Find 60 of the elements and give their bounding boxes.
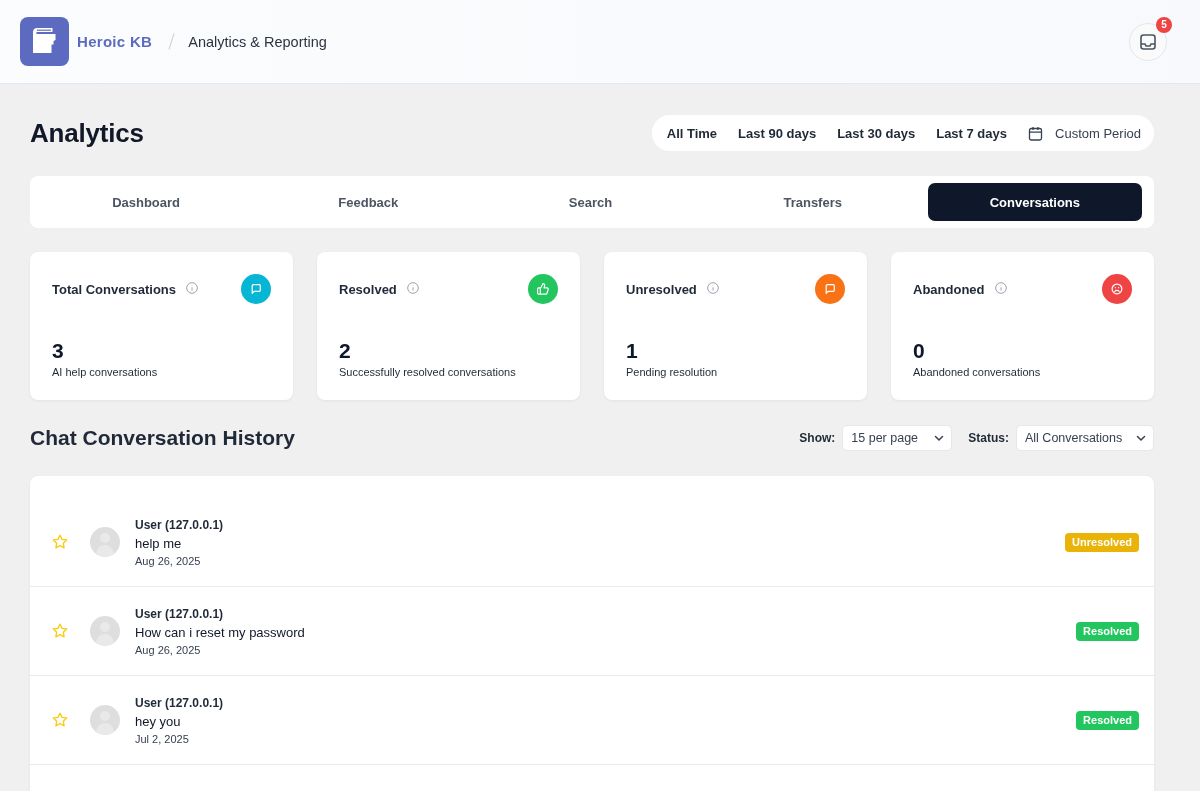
breadcrumb-divider [168,33,176,50]
star-icon[interactable] [52,712,68,728]
star-icon[interactable] [52,534,68,550]
stat-value: 0 [913,339,926,363]
stat-title: Total Conversations [52,281,176,297]
inbox-icon [1140,33,1156,50]
tab[interactable]: Dashboard [39,183,254,221]
stat-value: 3 [52,339,65,363]
tab[interactable]: Transfers [705,183,920,221]
custom-period-button[interactable]: Custom Period [1017,118,1149,148]
avatar-icon [90,527,120,557]
period-button[interactable]: Last 90 days [727,118,827,148]
breadcrumb-text: Analytics & Reporting [188,33,327,50]
message-text: help me [135,535,183,551]
message-text: How can i reset my password [135,624,305,640]
tab[interactable]: Search [483,183,698,221]
stat-caption: Abandoned conversations [913,366,1042,378]
info-icon[interactable] [186,282,198,294]
stat-caption: Pending resolution [626,366,719,378]
stat-caption: Successfully resolved conversations [339,366,517,378]
section-title: Chat Conversation History [30,426,295,450]
page-title: Analytics [30,117,144,149]
info-icon[interactable] [994,282,1007,294]
period-button[interactable]: Last 7 days [925,118,1018,148]
tab[interactable]: Feedback [261,183,476,221]
per-page-select[interactable]: 15 per page [842,425,953,451]
status-badge: Resolved [1076,710,1139,730]
info-icon[interactable] [706,282,719,294]
date-text: Aug 26, 2025 [135,643,202,656]
info-icon[interactable] [406,282,419,294]
calendar-icon [1028,125,1043,141]
status-badge: Resolved [1076,621,1139,641]
show-label: Show: [799,431,836,445]
conversation-row[interactable]: User (127.0.0.1) How can i reset my password Aug 26, 2025 Resolved [30,587,1154,676]
tab[interactable]: Conversations [927,183,1142,221]
status-select[interactable]: All Conversations [1016,425,1154,451]
notification-count: 5 [1156,16,1172,33]
date-text: Aug 26, 2025 [135,554,202,567]
stat-value: 2 [339,339,352,363]
status-badge: Unresolved [1065,532,1139,552]
user-name: User (127.0.0.1) [135,695,224,710]
star-icon[interactable] [52,623,68,639]
avatar-icon [90,616,120,646]
user-name: User (127.0.0.1) [135,517,224,532]
stat-title: Abandoned [913,281,985,297]
avatar-icon [90,705,120,735]
stat-value: 1 [626,339,639,363]
stat-title: Unresolved [626,281,697,297]
conversation-row[interactable]: User (127.0.0.1) help me Aug 26, 2025 Unresolved [30,498,1154,587]
status-label: Status: [968,431,1009,445]
stat-caption: AI help conversations [52,366,159,378]
period-button[interactable]: Last 30 days [826,118,926,148]
brand-name: Heroic KB [77,33,153,50]
period-button[interactable]: All Time [656,118,728,148]
date-text: Jul 2, 2025 [135,732,190,745]
book-logo-icon [20,17,69,66]
conversation-row[interactable]: User (127.0.0.1) hey you Jul 2, 2025 Resolved [30,676,1154,765]
message-text: hey you [135,713,182,729]
stat-title: Resolved [339,281,397,297]
user-name: User (127.0.0.1) [135,606,225,621]
